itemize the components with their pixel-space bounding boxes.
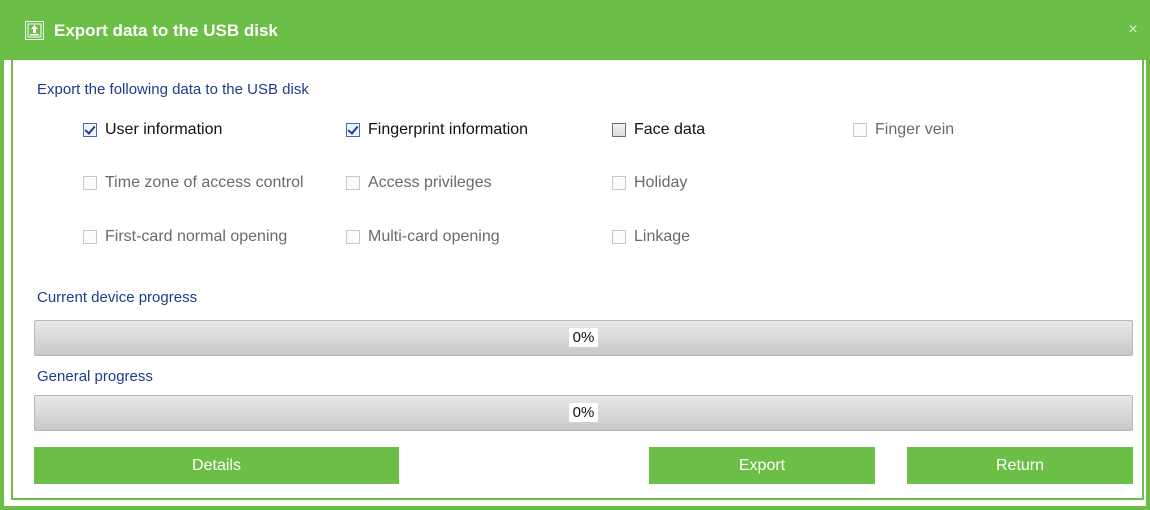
current-progress-text: 0% bbox=[568, 328, 599, 347]
checkbox-holiday-box[interactable] bbox=[612, 176, 626, 190]
general-progress-text: 0% bbox=[568, 403, 599, 422]
checkbox-label: Holiday bbox=[634, 174, 688, 191]
checkbox-label: Time zone of access control bbox=[105, 174, 304, 191]
checkbox-linkage[interactable]: Linkage bbox=[612, 227, 832, 247]
checkbox-access-privileges-box[interactable] bbox=[346, 176, 360, 190]
details-button[interactable]: Details bbox=[34, 447, 399, 484]
dialog-title: Export data to the USB disk bbox=[54, 21, 278, 40]
checkbox-finger-vein-box[interactable] bbox=[853, 123, 867, 137]
export-usb-dialog: Export data to the USB disk × Export the… bbox=[0, 0, 1150, 510]
checkbox-multi-card-box[interactable] bbox=[346, 230, 360, 244]
title-bar[interactable]: Export data to the USB disk × bbox=[0, 0, 1150, 60]
checkbox-time-zone-box[interactable] bbox=[83, 176, 97, 190]
checkbox-user-information[interactable]: User information bbox=[83, 120, 343, 140]
checkbox-label: Multi-card opening bbox=[368, 228, 500, 245]
checkbox-holiday[interactable]: Holiday bbox=[612, 173, 832, 193]
close-icon[interactable]: × bbox=[1125, 22, 1141, 38]
frame-border-right bbox=[1146, 60, 1150, 510]
checkbox-label: Linkage bbox=[634, 228, 691, 245]
return-button[interactable]: Return bbox=[907, 447, 1133, 484]
checkbox-label: Fingerprint information bbox=[368, 121, 529, 138]
checkbox-label: Access privileges bbox=[368, 174, 492, 191]
checkbox-finger-vein[interactable]: Finger vein bbox=[853, 120, 1053, 140]
checkbox-label: First-card normal opening bbox=[105, 228, 288, 245]
checkbox-fingerprint-information[interactable]: Fingerprint information bbox=[346, 120, 596, 140]
frame-border-bottom bbox=[0, 506, 1150, 510]
checkbox-access-privileges[interactable]: Access privileges bbox=[346, 173, 596, 193]
checkbox-face-data-box[interactable] bbox=[612, 123, 626, 137]
checkbox-label: User information bbox=[105, 121, 223, 138]
checkbox-label: Face data bbox=[634, 121, 706, 138]
current-progress-bar: 0% bbox=[34, 320, 1133, 356]
checkbox-multi-card-opening[interactable]: Multi-card opening bbox=[346, 227, 596, 247]
frame-border-left bbox=[0, 60, 4, 510]
current-progress-label: Current device progress bbox=[37, 289, 198, 306]
checkbox-time-zone-access-control[interactable]: Time zone of access control bbox=[83, 173, 346, 193]
checkbox-first-card-normal-opening[interactable]: First-card normal opening bbox=[83, 227, 346, 247]
checkbox-face-data[interactable]: Face data bbox=[612, 120, 832, 140]
general-progress-bar: 0% bbox=[34, 395, 1133, 431]
export-section-heading: Export the following data to the USB dis… bbox=[37, 81, 309, 98]
general-progress-label: General progress bbox=[37, 368, 153, 385]
export-button[interactable]: Export bbox=[649, 447, 875, 484]
export-icon bbox=[25, 21, 44, 40]
checkbox-first-card-box[interactable] bbox=[83, 230, 97, 244]
checkbox-user-information-box[interactable] bbox=[83, 123, 97, 137]
checkbox-label: Finger vein bbox=[875, 121, 955, 138]
checkbox-linkage-box[interactable] bbox=[612, 230, 626, 244]
checkbox-fingerprint-information-box[interactable] bbox=[346, 123, 360, 137]
